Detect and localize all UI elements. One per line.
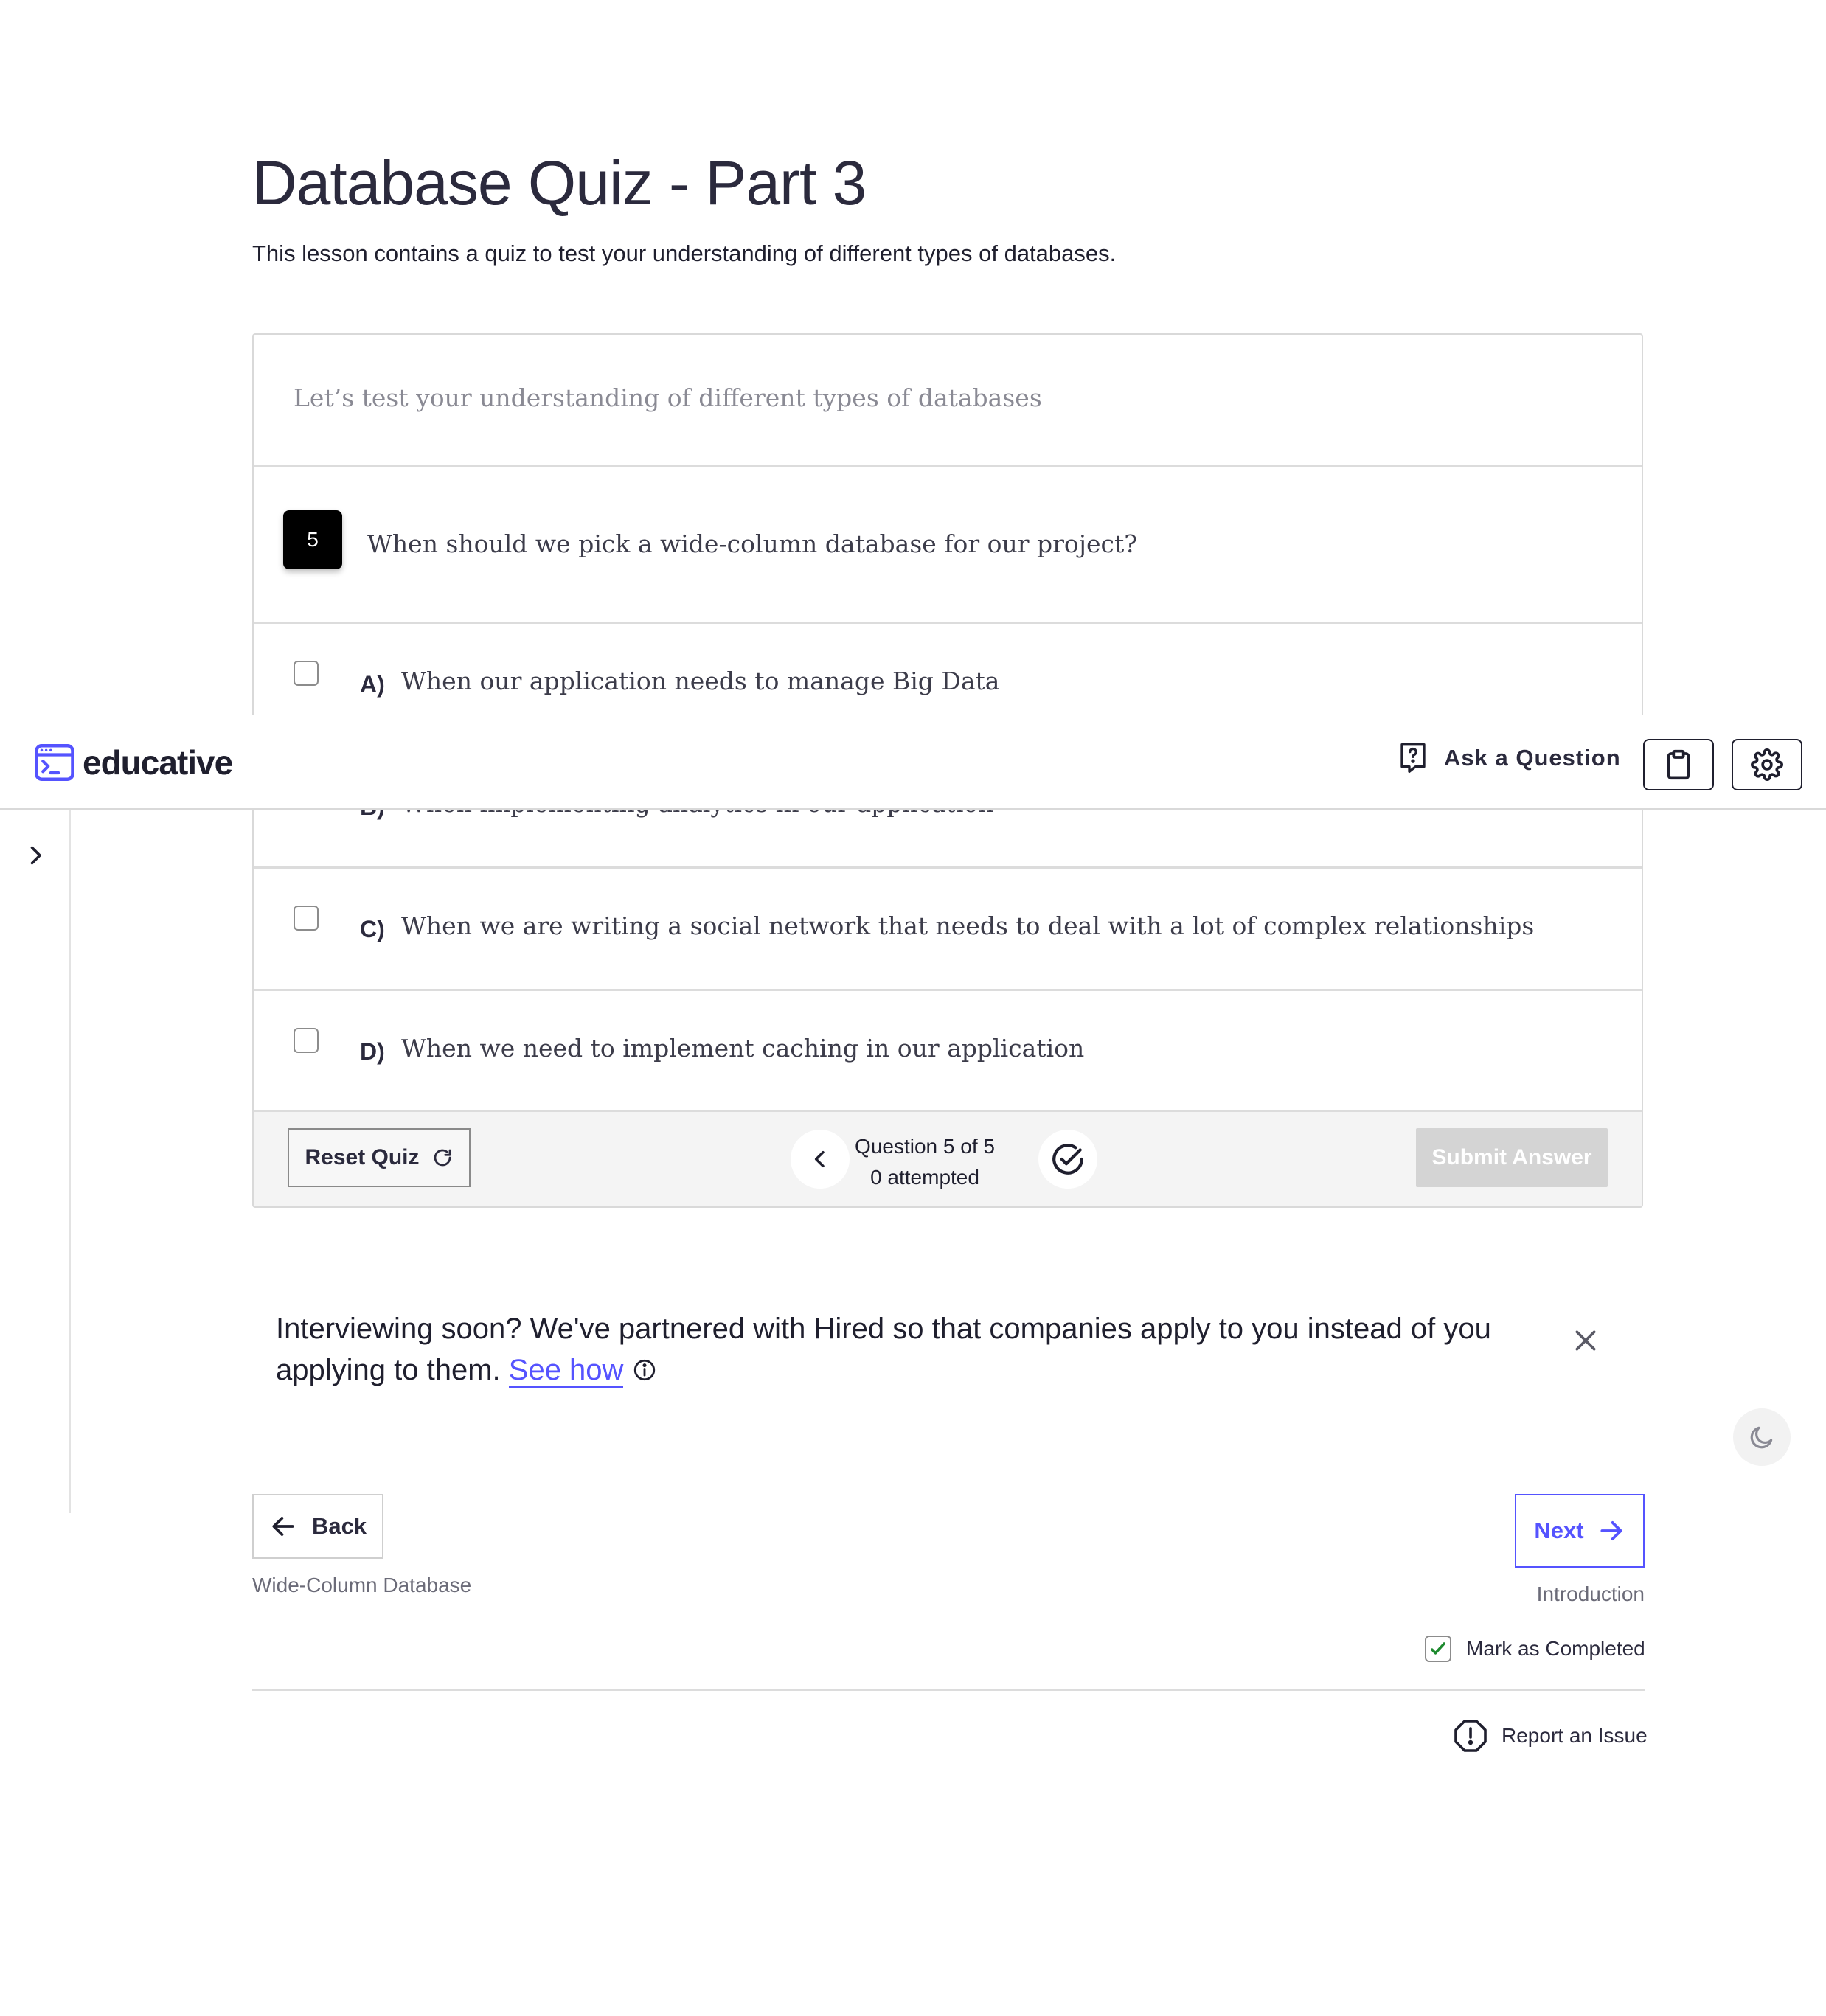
sidebar-divider — [69, 810, 71, 1513]
close-icon — [1575, 1330, 1596, 1351]
settings-button[interactable] — [1732, 739, 1802, 790]
arrow-right-icon — [1600, 1521, 1622, 1540]
clipboard-icon — [1667, 749, 1690, 780]
submit-answer-button[interactable]: Submit Answer — [1416, 1128, 1608, 1187]
ask-question-button[interactable]: Ask a Question — [1398, 742, 1621, 774]
back-button[interactable]: Back — [252, 1494, 383, 1559]
option-d-checkbox[interactable] — [294, 1028, 319, 1053]
checkmark-icon — [1431, 1642, 1445, 1655]
footer-divider — [252, 1689, 1645, 1691]
brand-name: educative — [83, 743, 233, 782]
option-d-text: When we need to implement caching in our… — [401, 1034, 1085, 1063]
info-icon[interactable] — [632, 1358, 657, 1383]
dark-mode-toggle[interactable] — [1733, 1408, 1791, 1466]
see-how-link[interactable]: See how — [508, 1354, 624, 1388]
option-c-checkbox[interactable] — [294, 906, 319, 931]
mark-completed[interactable]: Mark as Completed — [1425, 1636, 1645, 1662]
option-a-checkbox[interactable] — [294, 661, 319, 686]
next-lesson-name[interactable]: Introduction — [1475, 1582, 1645, 1606]
question-progress: Question 5 of 5 — [855, 1135, 995, 1158]
brand-logo[interactable]: educative — [34, 742, 233, 783]
quiz-footer: Reset Quiz Question 5 of 5 0 attempted S… — [254, 1110, 1642, 1206]
reset-quiz-button[interactable]: Reset Quiz — [288, 1128, 471, 1187]
lesson-description: This lesson contains a quiz to test your… — [252, 240, 1117, 266]
refresh-icon — [434, 1149, 451, 1167]
arrow-left-icon — [272, 1517, 294, 1536]
option-c[interactable]: C) When we are writing a social network … — [254, 869, 1642, 991]
check-circle-icon — [1052, 1144, 1083, 1175]
hired-banner-text: Interviewing soon? We've partnered with … — [276, 1313, 1491, 1386]
hired-banner: Interviewing soon? We've partnered with … — [276, 1308, 1544, 1391]
next-label: Next — [1534, 1518, 1584, 1543]
close-banner-button[interactable] — [1571, 1326, 1600, 1359]
quiz-intro-text: Let’s test your understanding of differe… — [294, 383, 1042, 412]
ask-question-label: Ask a Question — [1444, 745, 1621, 771]
report-issue-button[interactable]: Report an Issue — [1453, 1718, 1648, 1753]
next-button[interactable]: Next — [1515, 1494, 1645, 1568]
top-nav-bar: educative Ask a Question — [0, 715, 1826, 810]
check-answers-button[interactable] — [1038, 1130, 1097, 1189]
previous-lesson-name[interactable]: Wide-Column Database — [252, 1574, 471, 1597]
page-title: Database Quiz - Part 3 — [252, 148, 867, 218]
question-bubble-icon — [1400, 743, 1426, 774]
expand-sidebar-button[interactable] — [22, 842, 49, 872]
option-a-letter: A) — [360, 671, 385, 698]
back-label: Back — [311, 1513, 367, 1539]
quiz-intro: Let’s test your understanding of differe… — [254, 335, 1642, 467]
chevron-left-icon — [814, 1150, 825, 1168]
question-status: Question 5 of 5 0 attempted — [836, 1131, 1013, 1193]
option-c-text: When we are writing a social network tha… — [401, 911, 1535, 940]
clipboard-button[interactable] — [1643, 739, 1714, 790]
report-issue-label: Report an Issue — [1502, 1724, 1648, 1747]
question-text: When should we pick a wide-column databa… — [367, 529, 1137, 558]
chevron-right-icon — [30, 846, 41, 865]
attempted-count: 0 attempted — [870, 1166, 979, 1189]
option-c-letter: C) — [360, 916, 385, 942]
option-d[interactable]: D) When we need to implement caching in … — [254, 991, 1642, 1113]
educative-logo-icon — [35, 743, 74, 782]
reset-quiz-label: Reset Quiz — [305, 1145, 420, 1169]
moon-icon — [1750, 1426, 1773, 1449]
option-a-text: When our application needs to manage Big… — [401, 667, 1000, 695]
mark-completed-label: Mark as Completed — [1466, 1637, 1645, 1660]
question-row: 5 When should we pick a wide-column data… — [254, 467, 1642, 624]
gear-icon — [1751, 748, 1783, 781]
mark-completed-checkbox[interactable] — [1425, 1636, 1451, 1662]
option-d-letter: D) — [360, 1038, 385, 1065]
alert-octagon-icon — [1454, 1720, 1487, 1752]
question-number-badge: 5 — [283, 510, 342, 569]
